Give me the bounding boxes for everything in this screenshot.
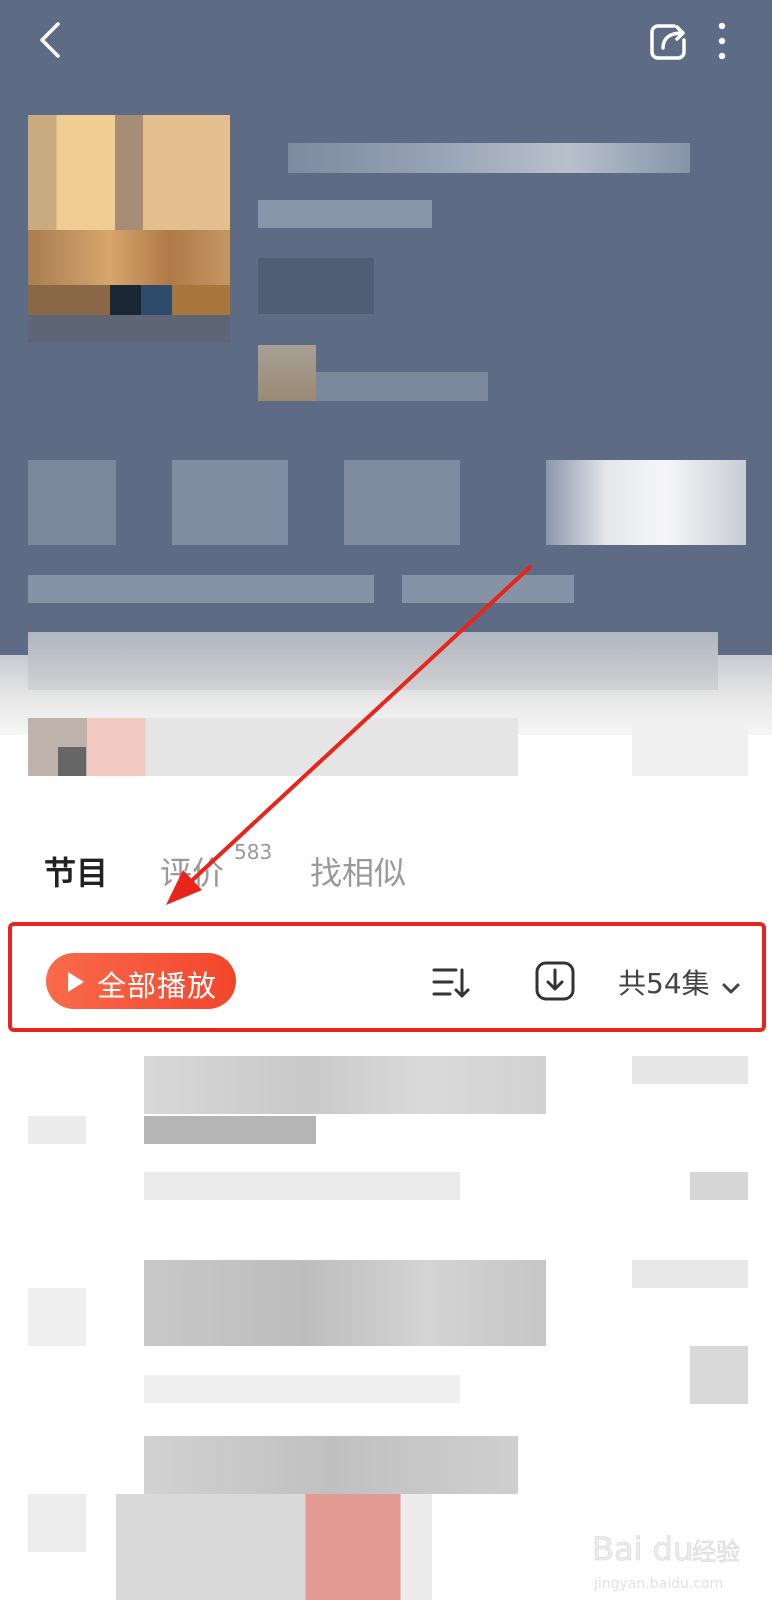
play-all-label: 全部播放 — [97, 969, 218, 1003]
sort-icon[interactable] — [430, 962, 472, 1002]
svg-text:Bai du: Bai du — [592, 1530, 693, 1568]
episode-toolbar: 全部播放 共54集 — [8, 922, 766, 1032]
review-count: 583 — [234, 840, 273, 864]
subscribe-button[interactable] — [546, 460, 746, 545]
anchor-info[interactable] — [28, 718, 518, 776]
play-icon — [68, 972, 84, 992]
album-description — [28, 575, 374, 603]
baidu-watermark: Bai du 经验 jingyan.baidu.com — [592, 1530, 741, 1592]
album-header — [0, 0, 772, 735]
tab-reviews[interactable]: 评价 — [160, 848, 224, 894]
back-icon[interactable] — [32, 18, 72, 62]
album-title — [288, 143, 690, 173]
list-item[interactable] — [0, 1250, 772, 1404]
svg-text:经验: 经验 — [692, 1538, 740, 1566]
svg-text:jingyan.baidu.com: jingyan.baidu.com — [593, 1576, 723, 1592]
share-icon[interactable] — [646, 18, 692, 64]
more-icon[interactable] — [712, 18, 732, 64]
episode-count-select[interactable]: 共54集 — [618, 962, 741, 1002]
chevron-down-icon — [722, 983, 740, 993]
list-item[interactable] — [0, 1040, 772, 1210]
episode-count-label: 共54集 — [618, 967, 710, 1000]
tab-bar: 节目 评价 583 找相似 — [0, 840, 772, 900]
tab-similar[interactable]: 找相似 — [310, 848, 406, 894]
download-icon[interactable] — [534, 960, 576, 1002]
tab-programs[interactable]: 节目 — [44, 848, 108, 894]
play-all-button[interactable]: 全部播放 — [46, 953, 236, 1009]
